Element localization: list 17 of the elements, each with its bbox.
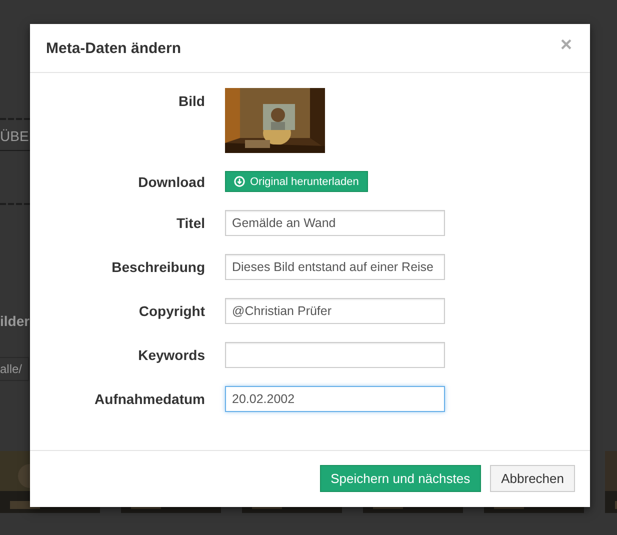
input-field[interactable]: @Christian Prüfer [225,298,445,324]
field-label: Copyright [138,303,205,319]
field-label: Aufnahmedatum [94,391,205,407]
field-label: Download [137,174,205,190]
field-label: Titel [175,215,205,231]
download-icon [234,176,245,187]
input-field[interactable]: Gemälde an Wand [225,210,445,236]
dialog-title: Meta-Daten ändern [46,40,182,56]
input-field[interactable] [225,342,445,368]
cancel-button[interactable]: Abbrechen [490,465,575,492]
field-label: Bild [178,93,205,109]
field-label: Keywords [137,347,205,363]
input-field[interactable]: Dieses Bild entstand auf einer Reise [225,254,445,280]
section-heading: ilder [0,313,30,329]
input-field[interactable]: 20.02.2002 [225,386,445,412]
field-label: Beschreibung [110,259,205,275]
filter-field[interactable]: alle/ [0,357,29,381]
